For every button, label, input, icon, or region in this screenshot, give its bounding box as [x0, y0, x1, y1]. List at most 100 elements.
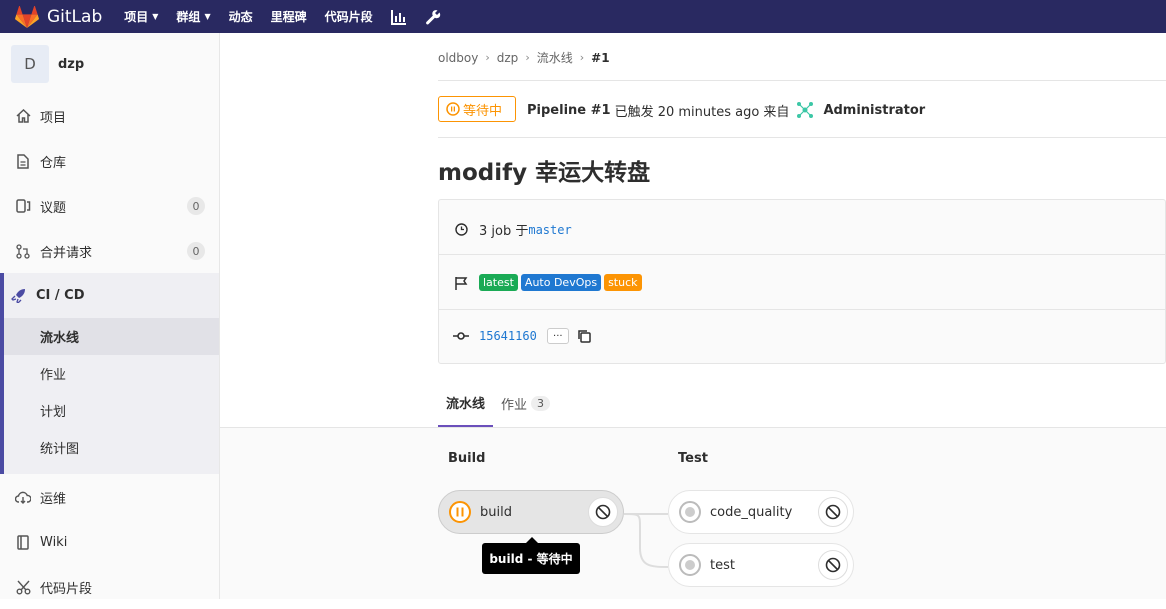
sidebar-subitem-charts[interactable]: 统计图: [4, 429, 219, 466]
nav-activity-label: 动态: [228, 10, 253, 24]
nav-projects[interactable]: 项目 ▼: [124, 8, 158, 25]
label-stuck[interactable]: stuck: [604, 274, 642, 291]
avatar: D: [11, 45, 49, 83]
book-icon: [14, 534, 32, 550]
cancel-job-button[interactable]: [818, 550, 848, 580]
sidebar-subitem-schedules[interactable]: 计划: [4, 392, 219, 429]
job-code-quality[interactable]: code_quality: [668, 490, 854, 534]
sidebar-subitem-jobs[interactable]: 作业: [4, 355, 219, 392]
doc-icon: [14, 153, 32, 169]
chevron-down-icon: ▼: [152, 12, 159, 21]
job-test[interactable]: test: [668, 543, 854, 587]
sidebar-cicd-group: CI / CD 流水线 作业 计划 统计图: [0, 273, 219, 474]
sidebar-item-label: 运维: [40, 491, 67, 507]
copy-icon[interactable]: [577, 329, 591, 343]
sidebar-subitem-pipelines[interactable]: 流水线: [4, 318, 219, 355]
breadcrumb-current[interactable]: #1: [591, 51, 609, 65]
sidebar-item-cicd[interactable]: CI / CD: [0, 273, 219, 317]
pipeline-info-box: 3 job 于 master latest Auto DevOps stuck …: [438, 199, 1166, 364]
job-name: test: [710, 557, 735, 573]
pipeline-user[interactable]: Administrator: [823, 103, 925, 118]
stage-title-test: Test: [678, 451, 708, 466]
gitlab-logo-icon: [15, 5, 39, 28]
cancel-icon: [595, 504, 611, 520]
nav-chart[interactable]: [390, 9, 407, 25]
stage-title-build: Build: [448, 451, 486, 466]
tab-pipeline[interactable]: 流水线: [438, 380, 494, 427]
sidebar-item-issues[interactable]: 议题 0: [0, 184, 219, 228]
flag-icon: [453, 276, 469, 290]
nav-groups[interactable]: 群组 ▼: [176, 8, 210, 25]
sidebar-item-label: CI / CD: [36, 287, 85, 303]
nav-admin[interactable]: [425, 9, 441, 25]
tab-jobs[interactable]: 作业 3: [493, 380, 558, 427]
pending-status-icon: [448, 500, 472, 524]
brand-name: GitLab: [47, 6, 103, 27]
sidebar-item-label: Wiki: [40, 534, 68, 550]
pipeline-tabs: 流水线 作业 3: [438, 380, 558, 427]
pause-circle-icon: [446, 102, 460, 116]
label-auto-devops[interactable]: Auto DevOps: [520, 274, 602, 291]
cancel-job-button[interactable]: [818, 497, 848, 527]
nav-activity[interactable]: 动态: [229, 8, 253, 25]
breadcrumb-project[interactable]: dzp: [497, 51, 519, 65]
breadcrumb-group[interactable]: oldboy: [438, 51, 478, 65]
status-badge[interactable]: 等待中: [438, 96, 516, 122]
nav-snippets-label: 代码片段: [324, 10, 373, 24]
sidebar-item-merge-requests[interactable]: 合并请求 0: [0, 229, 219, 273]
nav-groups-label: 群组: [176, 10, 201, 24]
sidebar-project-header[interactable]: D dzp: [0, 33, 219, 95]
scissors-icon: [14, 580, 32, 595]
divider: [439, 254, 1165, 255]
chevron-right-icon: ›: [525, 51, 530, 64]
sidebar-item-label: 仓库: [40, 155, 67, 171]
chevron-right-icon: ›: [579, 51, 585, 64]
nav-milestones[interactable]: 里程碑: [271, 8, 307, 25]
cancel-job-button[interactable]: [588, 497, 618, 527]
merge-request-icon: [14, 243, 32, 259]
sidebar: D dzp 项目 仓库 议题 0 合并请求 0 CI / CD 流水线 作业 计…: [0, 33, 220, 599]
sidebar-item-label: 代码片段: [40, 581, 93, 597]
nav-snippets[interactable]: 代码片段: [325, 8, 373, 25]
user-avatar-icon[interactable]: [795, 100, 815, 120]
jobs-text: 3 job 于: [479, 224, 529, 239]
job-tooltip: build - 等待中: [482, 537, 580, 574]
issues-icon: [14, 199, 32, 213]
breadcrumb: oldboy › dzp › 流水线 › #1: [438, 49, 610, 66]
sidebar-item-repository[interactable]: 仓库: [0, 139, 219, 183]
breadcrumb-pipelines[interactable]: 流水线: [537, 49, 573, 66]
job-name: build: [480, 504, 512, 520]
commit-icon: [453, 331, 469, 341]
chevron-right-icon: ›: [485, 51, 490, 64]
expand-commit-button[interactable]: ···: [546, 328, 569, 344]
sidebar-item-operations[interactable]: 运维: [0, 475, 219, 519]
nav-milestones-label: 里程碑: [270, 10, 307, 24]
pipeline-info: Pipeline #1 已触发 20 minutes ago 来自 Admini…: [527, 100, 925, 120]
job-build[interactable]: build: [438, 490, 624, 534]
gitlab-logo-link[interactable]: GitLab: [15, 5, 103, 28]
created-status-icon: [678, 553, 702, 577]
branch-link[interactable]: master: [528, 223, 571, 237]
wrench-icon: [425, 9, 440, 24]
sidebar-subitem-label: 统计图: [40, 442, 80, 457]
commit-sha-link[interactable]: 15641160: [479, 329, 537, 343]
divider: [438, 137, 1166, 138]
sidebar-item-label: 项目: [40, 110, 67, 126]
sidebar-subitem-label: 作业: [40, 368, 67, 383]
project-name: dzp: [58, 56, 85, 72]
sidebar-item-label: 议题: [40, 200, 67, 216]
tab-label: 流水线: [446, 397, 486, 412]
cancel-icon: [825, 557, 841, 573]
job-name: code_quality: [710, 504, 793, 520]
sidebar-item-snippets[interactable]: 代码片段: [0, 565, 219, 609]
top-navbar: GitLab 项目 ▼ 群组 ▼ 动态 里程碑 代码片段: [0, 0, 1166, 33]
chevron-down-icon: ▼: [204, 12, 211, 21]
page-title: modify 幸运大转盘: [438, 160, 651, 186]
jobs-row: 3 job 于 master: [453, 220, 572, 239]
label-latest[interactable]: latest: [479, 274, 518, 291]
sidebar-item-project[interactable]: 项目: [0, 94, 219, 138]
cancel-icon: [825, 504, 841, 520]
sidebar-item-wiki[interactable]: Wiki: [0, 520, 219, 564]
tab-label: 作业: [501, 398, 528, 413]
cloud-icon: [14, 491, 32, 504]
